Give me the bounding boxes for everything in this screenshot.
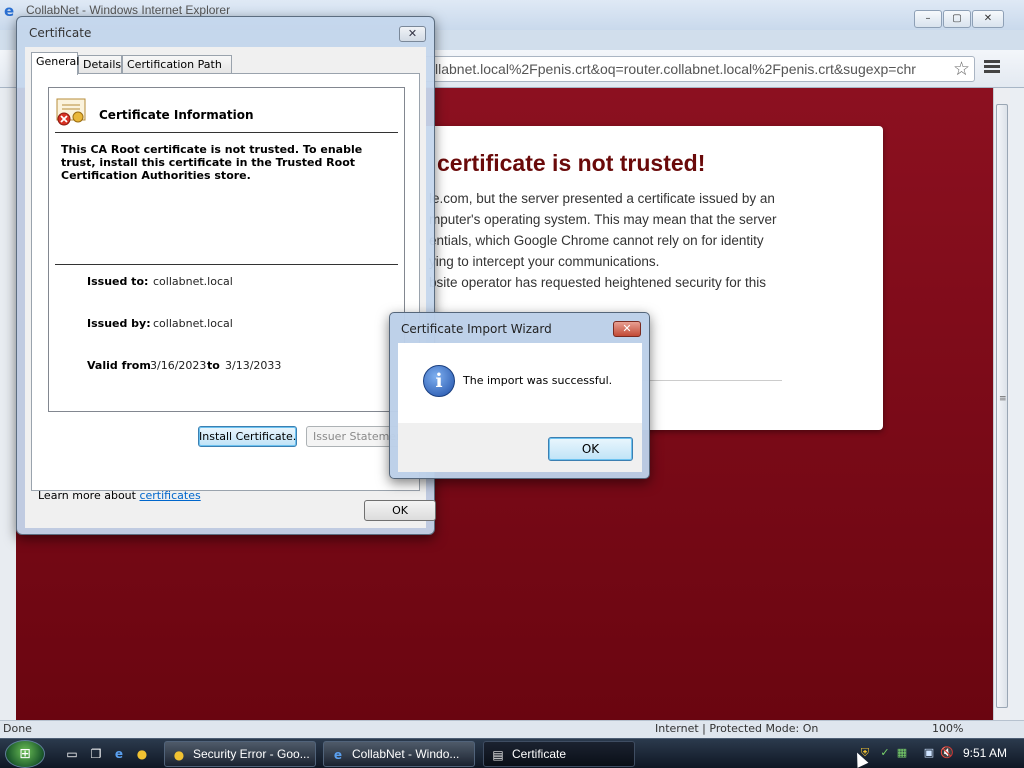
ie-window-title: CollabNet - Windows Internet Explorer: [26, 3, 231, 17]
import-wizard-close-button[interactable]: ✕: [613, 321, 641, 337]
install-certificate-button[interactable]: Install Certificate...: [198, 426, 297, 447]
certificate-dialog: Certificate ✕ General Details Certificat…: [16, 16, 436, 535]
certificate-ok-button[interactable]: OK: [364, 500, 436, 521]
import-wizard-message-area: i The import was successful.: [398, 343, 642, 423]
status-text: Done: [3, 722, 32, 735]
network-icon[interactable]: ▣: [922, 746, 936, 760]
import-wizard-dialog: Certificate Import Wizard ✕ i The import…: [389, 312, 650, 479]
certificate-dialog-body: General Details Certification Path Certi…: [25, 47, 436, 528]
ssl-error-line: bsite operator has requested heightened …: [429, 275, 766, 290]
ssl-error-line: ying to intercept your communications.: [429, 254, 660, 269]
taskbar: ⊞ ▭ ❐ e ● ● Security Error - Goo... e Co…: [0, 738, 1024, 768]
task-label: Security Error - Goo...: [193, 747, 310, 761]
ie-logo-icon: e: [4, 2, 15, 20]
ssl-error-line: entials, which Google Chrome cannot rely…: [429, 233, 764, 248]
task-label: CollabNet - Windo...: [352, 747, 460, 761]
ssl-error-divider: [630, 380, 782, 381]
certificate-trust-warning: This CA Root certificate is not trusted.…: [61, 143, 363, 182]
learn-more-prefix: Learn more about: [38, 489, 140, 502]
valid-to-value: 3/13/2033: [225, 359, 282, 372]
certificate-info-divider: [55, 132, 398, 133]
certificate-dialog-title: Certificate: [29, 26, 92, 40]
tab-general[interactable]: General: [31, 52, 79, 75]
valid-to-label: to: [207, 359, 220, 372]
clock[interactable]: 9:51 AM: [963, 746, 1007, 760]
task-button-certificate[interactable]: ▤ Certificate: [483, 741, 635, 767]
chrome-quicklaunch-icon[interactable]: ●: [134, 746, 150, 762]
general-tab-panel: Certificate Information This CA Root cer…: [31, 73, 420, 502]
maximize-button[interactable]: ▢: [943, 10, 971, 28]
ie-quicklaunch-icon[interactable]: e: [111, 746, 127, 762]
scrollbar-thumb[interactable]: [996, 104, 1008, 708]
address-bar-text: llabnet.local%2Fpenis.crt&oq=router.coll…: [435, 61, 916, 77]
tray-app-icon-2[interactable]: ▦: [895, 746, 909, 760]
scrollbar-grip-icon: ≡: [999, 394, 1007, 404]
bookmark-star-icon[interactable]: ☆: [953, 58, 970, 80]
certificate-details-divider: [55, 264, 398, 265]
certificate-close-button[interactable]: ✕: [399, 26, 426, 42]
window-left-frame: [0, 88, 16, 724]
learn-more-text: Learn more about certificates: [38, 489, 201, 502]
volume-muted-icon[interactable]: 🔇: [940, 746, 954, 760]
security-zone[interactable]: Internet | Protected Mode: On: [655, 722, 818, 735]
import-success-message: The import was successful.: [463, 374, 613, 387]
close-button[interactable]: ✕: [972, 10, 1004, 28]
tab-details[interactable]: Details: [78, 55, 122, 74]
certificate-info-box: Certificate Information This CA Root cer…: [48, 87, 405, 412]
switch-windows-icon[interactable]: ❐: [88, 746, 104, 762]
certificate-info-title: Certificate Information: [99, 108, 254, 122]
issued-to-value: collabnet.local: [153, 275, 233, 288]
ie-icon: e: [333, 748, 343, 762]
task-label: Certificate: [512, 747, 567, 761]
ssl-error-text: le.com, but the server presented a certi…: [429, 188, 869, 293]
issued-to-label: Issued to:: [87, 275, 149, 288]
ssl-error-line: mputer's operating system. This may mean…: [429, 212, 777, 227]
zoom-level[interactable]: 100%: [932, 722, 963, 735]
task-button-ie[interactable]: e CollabNet - Windo...: [323, 741, 475, 767]
task-button-chrome[interactable]: ● Security Error - Goo...: [164, 741, 316, 767]
valid-from-label: Valid from: [87, 359, 151, 372]
certificates-link[interactable]: certificates: [139, 489, 200, 502]
import-wizard-ok-button[interactable]: OK: [548, 437, 633, 461]
import-wizard-title: Certificate Import Wizard: [401, 322, 552, 336]
import-wizard-body: i The import was successful. OK: [398, 343, 642, 472]
information-icon: i: [423, 365, 455, 397]
tray-app-icon[interactable]: ✓: [878, 746, 892, 760]
valid-from-value: 3/16/2023: [150, 359, 207, 372]
ie-statusbar: Done Internet | Protected Mode: On 100%: [0, 720, 1024, 738]
show-desktop-icon[interactable]: ▭: [64, 746, 80, 762]
certificate-error-icon: [56, 98, 86, 126]
certificate-icon: ▤: [492, 748, 504, 762]
issued-by-label: Issued by:: [87, 317, 151, 330]
vertical-scrollbar[interactable]: ≡: [993, 88, 1010, 724]
ssl-error-heading: certificate is not trusted!: [437, 150, 706, 176]
minimize-button[interactable]: –: [914, 10, 942, 28]
issued-by-value: collabnet.local: [153, 317, 233, 330]
start-button[interactable]: ⊞: [5, 740, 45, 768]
chrome-icon: ●: [173, 748, 185, 762]
chrome-menu-icon[interactable]: [984, 60, 1000, 76]
tab-certification-path[interactable]: Certification Path: [122, 55, 232, 74]
address-bar[interactable]: llabnet.local%2Fpenis.crt&oq=router.coll…: [420, 56, 975, 82]
ssl-error-line: le.com, but the server presented a certi…: [429, 191, 775, 206]
